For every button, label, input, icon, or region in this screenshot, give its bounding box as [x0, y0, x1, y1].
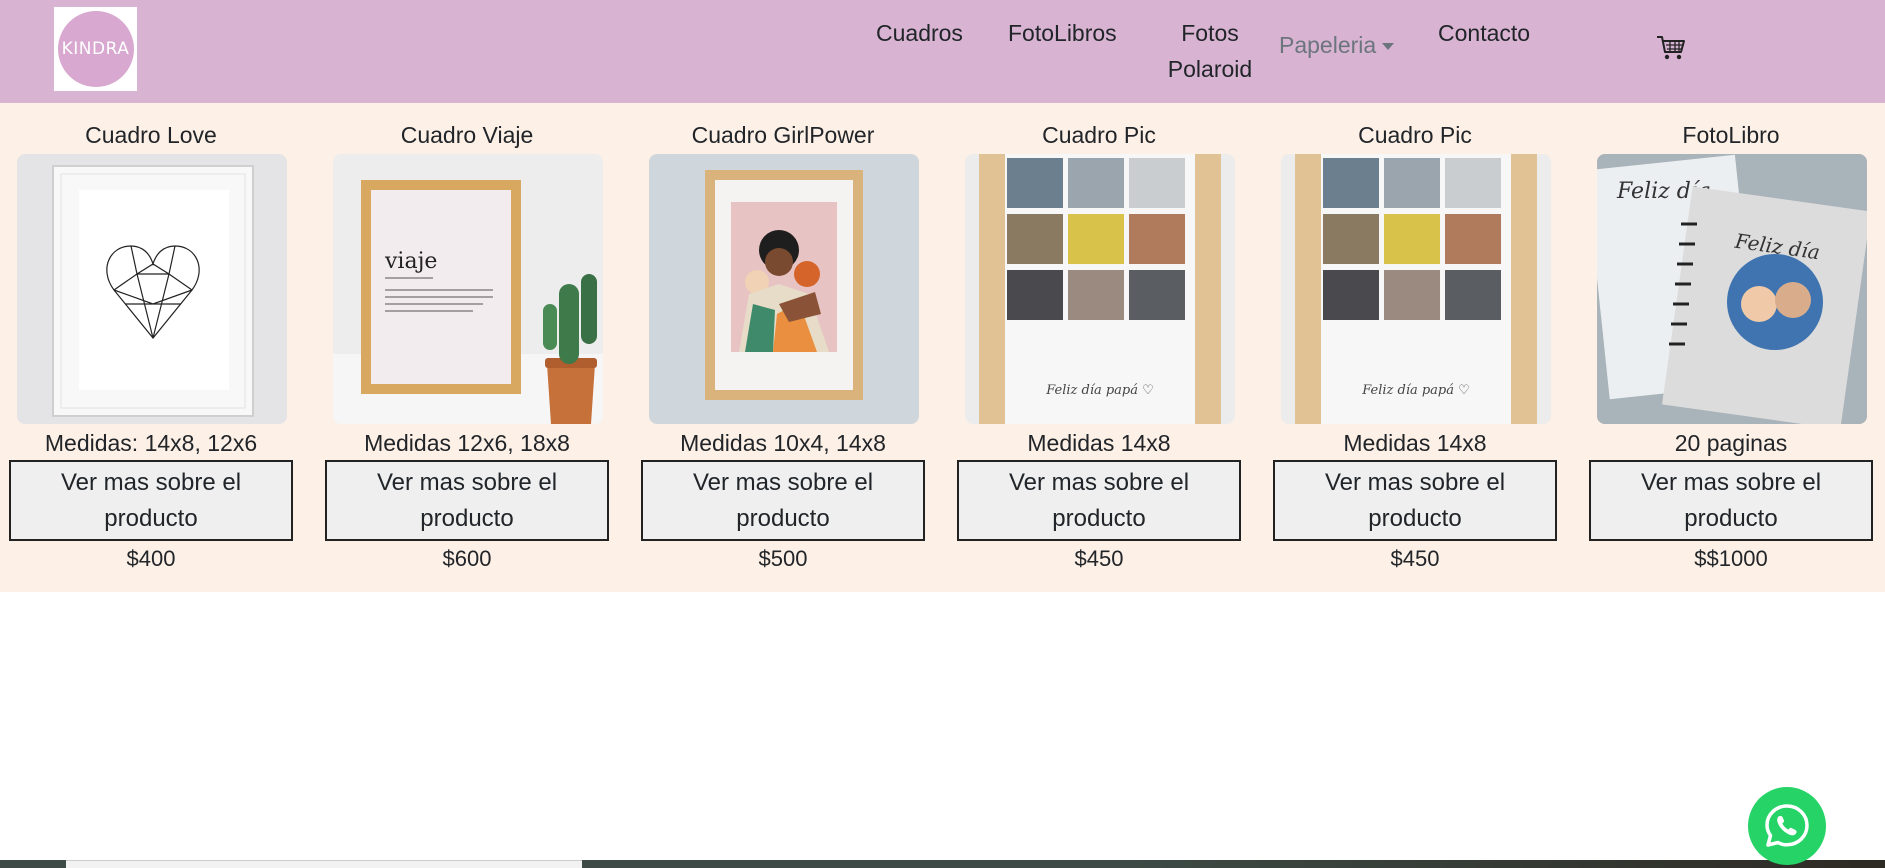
cart-icon[interactable]	[1656, 34, 1686, 62]
view-product-button[interactable]: Ver mas sobre el producto	[1273, 460, 1557, 541]
product-card: Cuadro Love Medidas: 14x8, 12x6 Ver mas …	[9, 103, 293, 592]
product-subtitle: Medidas: 14x8, 12x6	[44, 430, 258, 456]
product-title: FotoLibro	[1682, 122, 1780, 148]
product-price: $500	[758, 546, 808, 571]
nav-dropdown-papeleria[interactable]: Papeleria	[1279, 27, 1395, 63]
product-title: Cuadro Pic	[1042, 122, 1156, 148]
logo-circle: KINDRA	[57, 11, 134, 87]
product-card: FotoLibro Feliz día Feliz día 20 paginas…	[1589, 103, 1873, 592]
product-strip: Cuadro Love Medidas: 14x8, 12x6 Ver mas …	[0, 103, 1885, 592]
product-card: Cuadro GirlPower Medidas 10x4, 14x8 Ver …	[641, 103, 925, 592]
product-subtitle: 20 paginas	[1674, 430, 1788, 456]
product-title: Cuadro Love	[85, 122, 217, 148]
nav-papeleria-label: Papeleria	[1279, 32, 1377, 58]
whatsapp-button[interactable]	[1748, 787, 1826, 865]
view-product-button[interactable]: Ver mas sobre el producto	[1589, 460, 1873, 541]
view-product-button[interactable]: Ver mas sobre el producto	[641, 460, 925, 541]
product-image-pic: Feliz día papá ♡	[965, 154, 1235, 424]
product-subtitle: Medidas 10x4, 14x8	[680, 430, 886, 456]
product-subtitle: Medidas 14x8	[1027, 430, 1171, 456]
viaje-word: viaje	[384, 249, 437, 274]
nav-link-contacto[interactable]: Contacto	[1438, 15, 1530, 51]
nav-polaroid-line2: Polaroid	[1167, 56, 1253, 82]
view-product-button[interactable]: Ver mas sobre el producto	[9, 460, 293, 541]
product-card: Cuadro Viaje viaje Medidas 12x6, 18x8 Ve…	[325, 103, 609, 592]
product-price: $450	[1390, 546, 1440, 571]
nav-link-cuadros[interactable]: Cuadros	[876, 15, 963, 51]
pic-caption: Feliz día papá ♡	[1045, 383, 1154, 398]
product-price: $$1000	[1694, 546, 1768, 571]
footer-input-edge	[66, 860, 582, 868]
product-price: $600	[442, 546, 492, 571]
brand-logo[interactable]: KINDRA	[54, 7, 137, 91]
product-card: Cuadro Pic Feliz día papá ♡ Medidas 14x8…	[957, 103, 1241, 592]
product-image-girlpower	[649, 154, 919, 424]
view-product-button[interactable]: Ver mas sobre el producto	[957, 460, 1241, 541]
view-product-button[interactable]: Ver mas sobre el producto	[325, 460, 609, 541]
nav-link-fotolibros[interactable]: FotoLibros	[1008, 15, 1117, 51]
product-image-fotolibro: Feliz día Feliz día	[1597, 154, 1867, 424]
product-title: Cuadro Viaje	[400, 122, 534, 148]
product-price: $400	[126, 546, 176, 571]
product-subtitle: Medidas 12x6, 18x8	[364, 430, 570, 456]
product-image-pic: Feliz día papá ♡	[1281, 154, 1551, 424]
caret-down-icon	[1382, 43, 1395, 51]
nav-polaroid-line1: Fotos	[1181, 20, 1239, 46]
product-price: $450	[1074, 546, 1124, 571]
nav-link-fotos-polaroid[interactable]: Fotos Polaroid	[1160, 15, 1260, 87]
whatsapp-icon	[1765, 804, 1809, 847]
product-subtitle: Medidas 14x8	[1343, 430, 1487, 456]
product-card: Cuadro Pic Feliz día papá ♡ Medidas 14x8…	[1273, 103, 1557, 592]
product-title: Cuadro GirlPower	[691, 122, 875, 148]
product-title: Cuadro Pic	[1358, 122, 1472, 148]
product-image-viaje: viaje	[333, 154, 603, 424]
logo-text: KINDRA	[61, 39, 130, 59]
navbar: KINDRA Cuadros FotoLibros Fotos Polaroid…	[0, 0, 1885, 103]
pic-caption: Feliz día papá ♡	[1361, 383, 1470, 398]
product-image-love	[17, 154, 287, 424]
